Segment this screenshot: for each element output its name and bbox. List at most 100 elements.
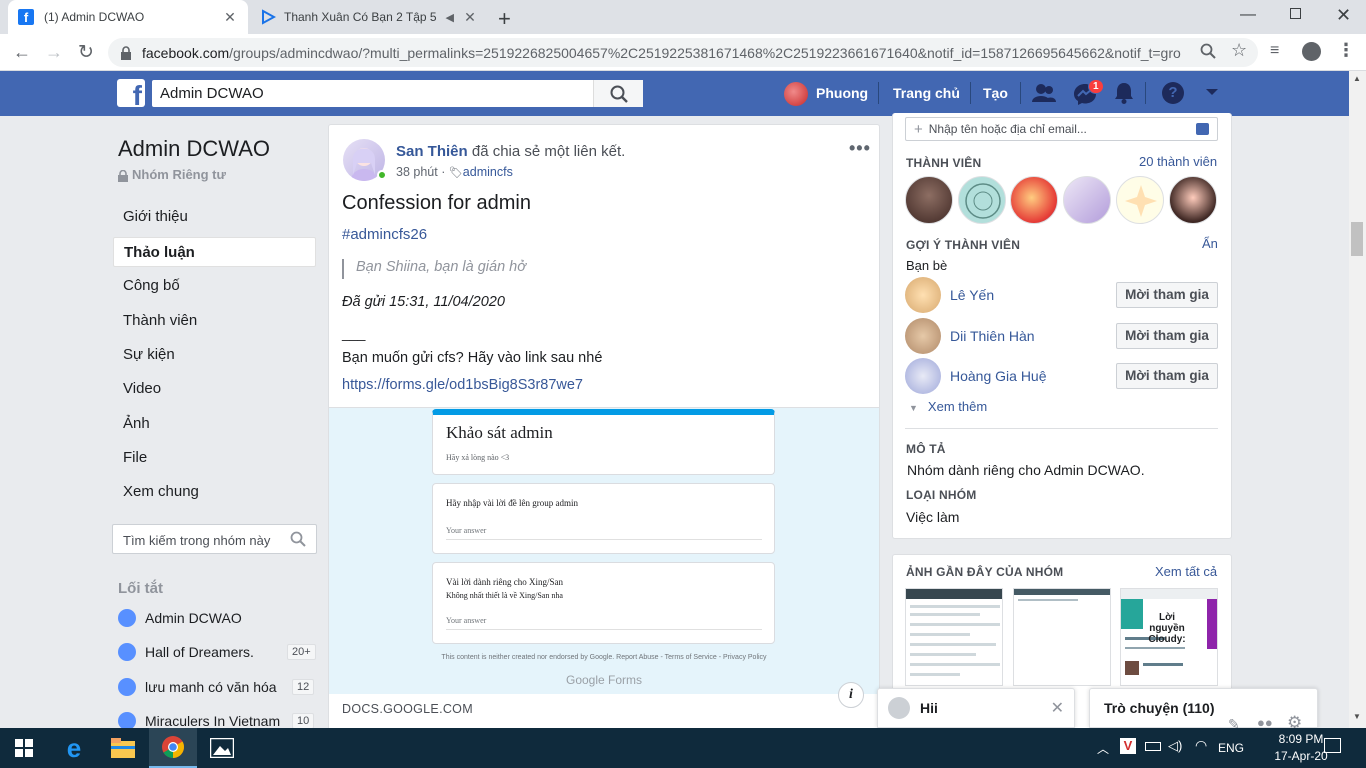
wifi-icon[interactable]: ◠ bbox=[1195, 737, 1207, 754]
language-indicator[interactable]: ENG bbox=[1218, 741, 1244, 755]
google-forms-logo: Google Forms bbox=[566, 673, 643, 687]
form-answer: Your answer bbox=[446, 616, 762, 630]
post-author[interactable]: San Thiên bbox=[396, 143, 468, 160]
battery-icon[interactable] bbox=[1145, 742, 1161, 751]
create-link[interactable]: Tạo bbox=[983, 85, 1008, 101]
more-options-icon[interactable]: ••• bbox=[849, 138, 871, 159]
contact-card-icon[interactable] bbox=[1196, 123, 1209, 135]
search-icon[interactable] bbox=[290, 531, 306, 547]
group-search-input[interactable]: Tìm kiếm trong nhóm này bbox=[112, 524, 317, 554]
suggestion-name[interactable]: Hoàng Gia Huệ bbox=[950, 368, 1116, 384]
suggestion-name[interactable]: Dii Thiên Hàn bbox=[950, 328, 1116, 344]
minimize-icon[interactable]: — bbox=[1240, 6, 1256, 24]
post-tag[interactable]: admincfs bbox=[463, 165, 513, 179]
nav-xem-chung[interactable]: Xem chung bbox=[113, 477, 316, 507]
volume-icon[interactable]: ◁) bbox=[1168, 738, 1182, 754]
browser-menu-icon[interactable]: ⋮ bbox=[1337, 40, 1355, 61]
nav-file[interactable]: File bbox=[113, 443, 316, 473]
members-count-link[interactable]: 20 thành viên bbox=[1139, 154, 1217, 169]
back-icon[interactable]: ← bbox=[13, 42, 31, 63]
add-member-input[interactable]: + Nhập tên hoặc địa chỉ email... bbox=[905, 117, 1218, 141]
scroll-down-icon[interactable]: ▼ bbox=[1353, 712, 1361, 721]
post-time[interactable]: 38 phút bbox=[396, 165, 438, 179]
scrollbar-thumb[interactable] bbox=[1351, 222, 1363, 256]
nav-thao-luan[interactable]: Thảo luận bbox=[113, 237, 316, 267]
close-window-icon[interactable]: ✕ bbox=[1336, 5, 1351, 26]
address-bar[interactable]: facebook.com/groups/admincdwao/?multi_pe… bbox=[108, 38, 1258, 67]
member-avatar[interactable] bbox=[1063, 176, 1111, 224]
help-icon[interactable]: ? bbox=[1162, 82, 1184, 104]
member-avatar[interactable] bbox=[1169, 176, 1217, 224]
suggestion-avatar[interactable] bbox=[905, 358, 941, 394]
invite-button[interactable]: Mời tham gia bbox=[1116, 323, 1218, 349]
close-icon[interactable]: ✕ bbox=[1051, 698, 1064, 718]
invite-button[interactable]: Mời tham gia bbox=[1116, 282, 1218, 308]
recent-photo[interactable] bbox=[905, 588, 1003, 686]
post-link[interactable]: https://forms.gle/od1bsBig8S3r87we7 bbox=[342, 377, 583, 393]
nav-video[interactable]: Video bbox=[113, 374, 316, 404]
recent-photo[interactable] bbox=[1013, 588, 1111, 686]
group-name[interactable]: Admin DCWAO bbox=[118, 136, 270, 162]
member-avatar[interactable] bbox=[958, 176, 1006, 224]
new-tab-icon[interactable]: + bbox=[498, 6, 511, 32]
search-button[interactable] bbox=[593, 80, 643, 107]
action-center-icon[interactable] bbox=[1324, 738, 1341, 753]
see-all-photos-link[interactable]: Xem tất cả bbox=[1155, 564, 1217, 579]
facebook-logo-icon[interactable]: f bbox=[117, 79, 145, 107]
profile-link[interactable]: Phuong bbox=[816, 85, 868, 101]
zoom-icon[interactable] bbox=[1200, 43, 1216, 59]
browser-tab-active[interactable]: f (1) Admin DCWAO ✕ bbox=[8, 0, 248, 34]
home-link[interactable]: Trang chủ bbox=[893, 85, 960, 101]
chrome-icon[interactable] bbox=[149, 728, 197, 768]
shortcut-item[interactable]: Hall of Dreamers. bbox=[118, 641, 254, 663]
close-tab-icon[interactable]: ✕ bbox=[462, 9, 478, 26]
close-tab-icon[interactable]: ✕ bbox=[222, 9, 238, 26]
form-answer: Your answer bbox=[446, 526, 762, 540]
nav-gioi-thieu[interactable]: Giới thiệu bbox=[113, 202, 316, 232]
see-more-link[interactable]: ▼ Xem thêm bbox=[909, 399, 987, 414]
edge-icon[interactable]: e bbox=[50, 728, 98, 768]
hide-suggestions-link[interactable]: Ẩn bbox=[1202, 236, 1218, 251]
profile-icon[interactable] bbox=[1302, 42, 1321, 61]
nav-su-kien[interactable]: Sự kiện bbox=[113, 340, 316, 370]
forward-icon[interactable]: → bbox=[45, 42, 63, 63]
shortcut-item[interactable]: Admin DCWAO bbox=[118, 607, 242, 629]
member-avatar[interactable] bbox=[905, 176, 953, 224]
photos-app-icon[interactable] bbox=[198, 728, 246, 768]
invite-button[interactable]: Mời tham gia bbox=[1116, 363, 1218, 389]
user-avatar[interactable] bbox=[784, 82, 808, 106]
nav-thanh-vien[interactable]: Thành viên bbox=[113, 306, 316, 336]
nav-cong-bo[interactable]: Công bố bbox=[113, 271, 316, 301]
tray-chevron-up-icon[interactable]: ︿ bbox=[1097, 740, 1109, 757]
member-avatar[interactable] bbox=[1116, 176, 1164, 224]
windows-start-icon[interactable] bbox=[0, 728, 48, 768]
account-menu-icon[interactable] bbox=[1205, 87, 1219, 97]
scroll-up-icon[interactable]: ▲ bbox=[1353, 74, 1361, 83]
group-icon bbox=[118, 643, 136, 661]
file-explorer-icon[interactable] bbox=[99, 728, 147, 768]
reload-icon[interactable]: ↻ bbox=[78, 41, 94, 64]
chat-popup[interactable]: Hii ✕ bbox=[877, 688, 1075, 728]
suggestion-name[interactable]: Lê Yến bbox=[950, 287, 1116, 303]
bookmark-star-icon[interactable]: ☆ bbox=[1231, 40, 1247, 61]
friend-requests-icon[interactable] bbox=[1032, 83, 1056, 103]
page-scrollbar[interactable] bbox=[1349, 71, 1366, 728]
chat-sidebar-tab[interactable]: Trò chuyện (110) bbox=[1089, 688, 1318, 728]
restore-icon[interactable] bbox=[1290, 8, 1301, 19]
shortcut-item[interactable]: lưu manh có văn hóa bbox=[118, 676, 277, 698]
facebook-search-input[interactable] bbox=[152, 80, 593, 107]
browser-tab[interactable]: Thanh Xuân Có Bạn 2 Tập 5 ◀︎ ✕ bbox=[250, 0, 488, 34]
post-hashtag[interactable]: #admincfs26 bbox=[342, 226, 427, 243]
info-icon[interactable]: i bbox=[838, 682, 864, 708]
shortcut-label: Admin DCWAO bbox=[145, 610, 242, 626]
media-queue-icon[interactable]: ≡ bbox=[1270, 42, 1279, 60]
suggestion-avatar[interactable] bbox=[905, 277, 941, 313]
notifications-icon[interactable] bbox=[1114, 82, 1134, 104]
audio-icon[interactable]: ◀︎ bbox=[446, 11, 454, 24]
group-description: Nhóm dành riêng cho Admin DCWAO. bbox=[907, 462, 1145, 478]
nav-anh[interactable]: Ảnh bbox=[113, 409, 316, 439]
suggestion-avatar[interactable] bbox=[905, 318, 941, 354]
post-author-line: San Thiên đã chia sẻ một liên kết. bbox=[396, 143, 625, 160]
member-avatar[interactable] bbox=[1010, 176, 1058, 224]
antivirus-tray-icon[interactable]: V bbox=[1120, 738, 1136, 754]
